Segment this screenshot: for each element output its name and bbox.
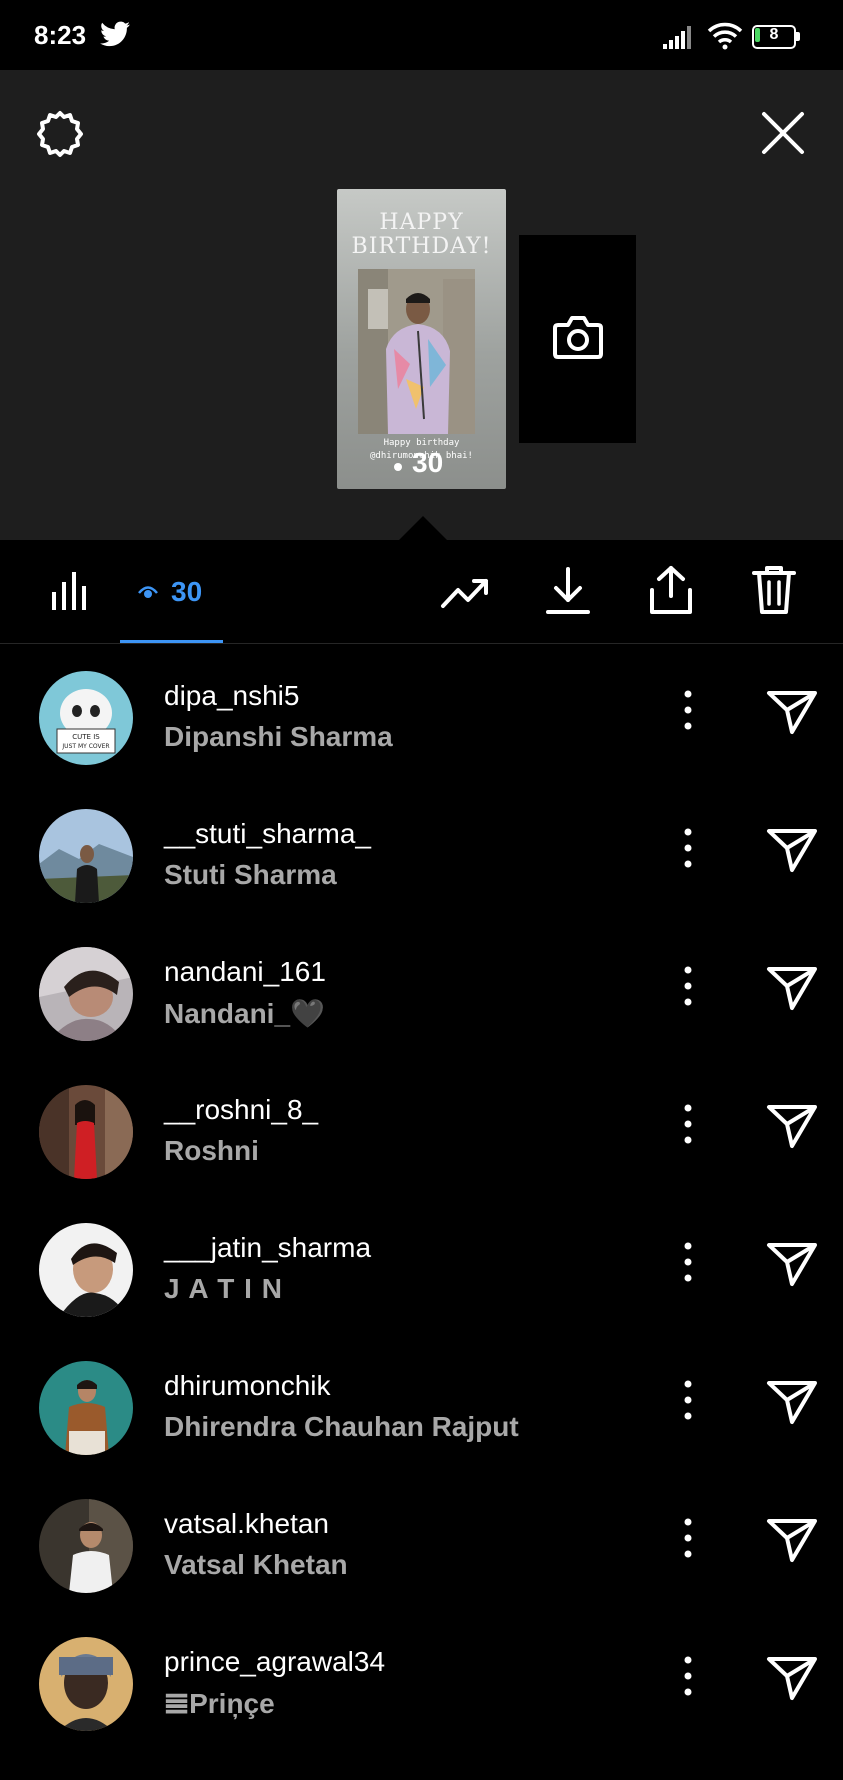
viewer-row[interactable]: CUTE IS JUST MY COVER dipa_nshi5 Dipansh… (0, 644, 843, 782)
story-greeting: HAPPY BIRTHDAY! (351, 210, 492, 259)
download-icon[interactable] (545, 566, 591, 616)
delete-icon[interactable] (752, 564, 796, 616)
story-thumbnail[interactable]: HAPPY BIRTHDAY! Happy birthday @dhirumon… (337, 189, 506, 489)
avatar[interactable] (39, 809, 133, 903)
avatar[interactable]: CUTE IS JUST MY COVER (39, 671, 133, 765)
more-options-icon[interactable] (670, 1098, 706, 1150)
more-options-icon[interactable] (670, 960, 706, 1012)
insights-icon[interactable] (50, 570, 88, 612)
avatar[interactable] (39, 1499, 133, 1593)
signal-icon (663, 26, 691, 49)
camera-icon (553, 316, 603, 359)
viewer-fullname: Vatsal Khetan (164, 1549, 348, 1580)
viewer-username: nandani_161 (164, 956, 326, 987)
viewer-username: prince_agrawal34 (164, 1646, 386, 1677)
twitter-icon (100, 21, 130, 47)
gear-icon[interactable] (34, 108, 86, 160)
status-time: 8:23 (34, 20, 87, 50)
viewer-row[interactable]: vatsal.khetan Vatsal Khetan (0, 1472, 843, 1610)
send-icon[interactable] (766, 1241, 818, 1287)
svg-text:JUST MY COVER: JUST MY COVER (61, 743, 109, 750)
more-options-icon[interactable] (670, 1236, 706, 1288)
viewer-fullname: 𝌆Priņçe (164, 1688, 275, 1719)
viewer-list: CUTE IS JUST MY COVER dipa_nshi5 Dipansh… (0, 644, 843, 1748)
viewer-row[interactable]: ___jatin_sharma J A T I N (0, 1196, 843, 1334)
viewer-username: vatsal.khetan (164, 1508, 329, 1539)
send-icon[interactable] (766, 689, 818, 735)
battery-icon: 8 (752, 25, 800, 49)
viewer-row[interactable]: __stuti_sharma_ Stuti Sharma (0, 782, 843, 920)
more-options-icon[interactable] (670, 1650, 706, 1702)
viewer-fullname: Nandani_🖤 (164, 998, 325, 1029)
story-photo (358, 269, 475, 434)
status-bar: 8:23 8 (0, 0, 843, 70)
more-options-icon[interactable] (670, 1374, 706, 1426)
viewer-fullname: Roshni (164, 1135, 259, 1166)
viewer-fullname: Stuti Sharma (164, 859, 337, 890)
viewer-row[interactable]: __roshni_8_ Roshni (0, 1058, 843, 1196)
viewer-username: dhirumonchik (164, 1370, 331, 1401)
avatar[interactable] (39, 947, 133, 1041)
battery-level: 8 (769, 26, 779, 43)
viewer-row[interactable]: nandani_161 Nandani_🖤 (0, 920, 843, 1058)
avatar[interactable] (39, 1361, 133, 1455)
send-icon[interactable] (766, 1379, 818, 1425)
svg-text:CUTE IS: CUTE IS (72, 733, 100, 741)
send-icon[interactable] (766, 1517, 818, 1563)
viewer-row[interactable]: dhirumonchik Dhirendra Chauhan Rajput (0, 1334, 843, 1472)
more-options-icon[interactable] (670, 822, 706, 874)
viewer-username: __stuti_sharma_ (164, 818, 372, 849)
add-story-tile[interactable] (519, 235, 636, 443)
story-toolbar: 30 (0, 540, 843, 644)
viewer-username: __roshni_8_ (164, 1094, 319, 1125)
avatar[interactable] (39, 1223, 133, 1317)
eye-icon (394, 463, 402, 471)
avatar[interactable] (39, 1637, 133, 1731)
story-preview-area: HAPPY BIRTHDAY! Happy birthday @dhirumon… (0, 70, 843, 540)
viewer-fullname: Dipanshi Sharma (164, 721, 393, 752)
viewer-row[interactable]: prince_agrawal34 𝌆Priņçe (0, 1610, 843, 1748)
eye-icon (138, 586, 158, 598)
selected-story-pointer (399, 516, 447, 540)
send-icon[interactable] (766, 827, 818, 873)
viewer-count: 30 (171, 576, 203, 607)
viewer-fullname: J A T I N (164, 1273, 283, 1304)
story-view-count: 30 (412, 447, 444, 478)
active-tab-indicator (120, 640, 223, 643)
promote-icon[interactable] (440, 576, 490, 610)
viewer-fullname: Dhirendra Chauhan Rajput (164, 1411, 519, 1442)
close-icon[interactable] (758, 108, 808, 158)
viewer-username: ___jatin_sharma (164, 1232, 372, 1263)
viewer-username: dipa_nshi5 (164, 680, 300, 711)
send-icon[interactable] (766, 1103, 818, 1149)
more-options-icon[interactable] (670, 1512, 706, 1564)
send-icon[interactable] (766, 1655, 818, 1701)
avatar[interactable] (39, 1085, 133, 1179)
wifi-icon (707, 22, 743, 50)
send-icon[interactable] (766, 965, 818, 1011)
more-options-icon[interactable] (670, 684, 706, 736)
share-icon[interactable] (648, 564, 694, 616)
